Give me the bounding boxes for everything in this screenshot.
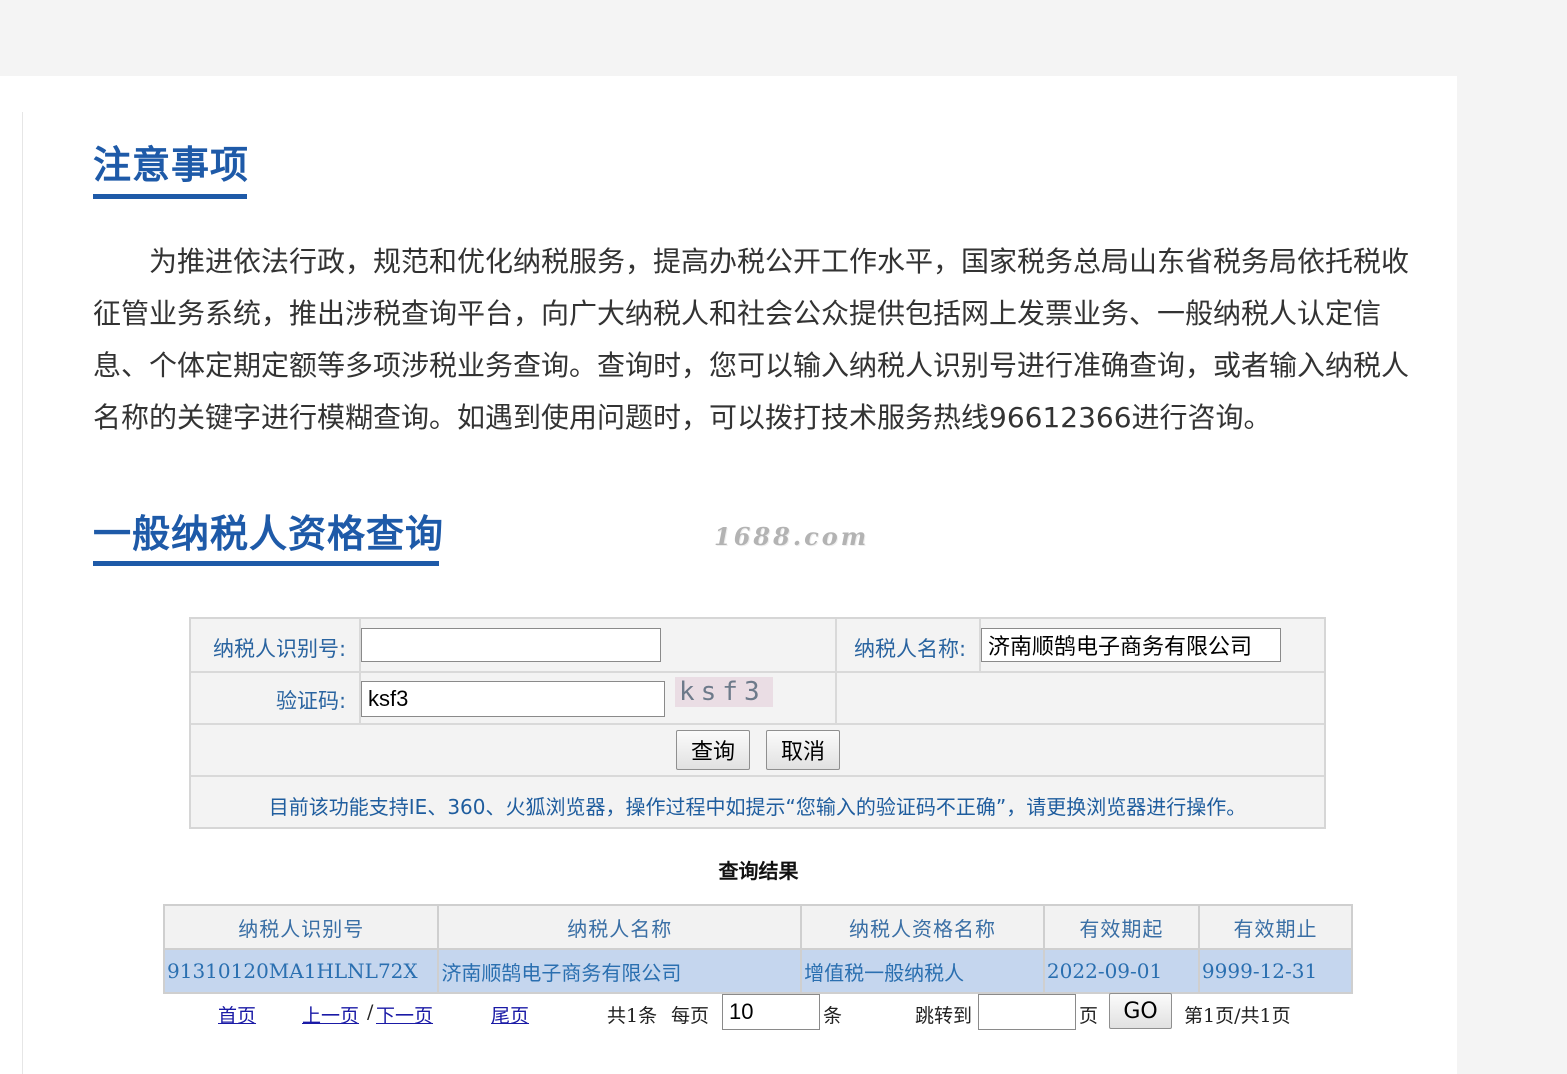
cell-qualification: 增值税一般纳税人: [800, 948, 1045, 994]
query-button[interactable]: 查询: [676, 730, 750, 770]
browser-note: 目前该功能支持IE、360、火狐浏览器，操作过程中如提示“您输入的验证码不正确”…: [268, 795, 1247, 819]
jump-page-input[interactable]: [978, 994, 1076, 1030]
pagination: 首页 上一页 / 下一页 尾页 共1条 每页 条 跳转到 页 GO 第1页/共1…: [0, 993, 1457, 1033]
query-title: 一般纳税人资格查询: [93, 512, 445, 556]
panel-divider: [22, 112, 23, 1074]
per-page-label: 每页: [671, 1005, 710, 1027]
next-page-link[interactable]: 下一页: [376, 1001, 433, 1028]
cancel-button[interactable]: 取消: [766, 730, 840, 770]
column-header-taxpayer-name: 纳税人名称: [437, 904, 803, 950]
cell-valid-to: 9999-12-31: [1197, 948, 1354, 994]
pager-separator: /: [367, 1001, 374, 1023]
results-table: 纳税人识别号 纳税人名称 纳税人资格名称 有效期起 有效期止 91310120M…: [162, 904, 1354, 994]
cell-taxpayer-name: 济南顺鹄电子商务有限公司: [437, 948, 803, 994]
captcha-input[interactable]: [361, 681, 665, 717]
cell-valid-from: 2022-09-01: [1042, 948, 1200, 994]
column-header-valid-from: 有效期起: [1042, 904, 1200, 950]
jump-label: 跳转到: [915, 1005, 973, 1027]
column-header-qualification: 纳税人资格名称: [800, 904, 1045, 950]
go-button[interactable]: GO: [1109, 993, 1172, 1029]
per-page-input[interactable]: [722, 994, 820, 1030]
notice-title: 注意事项: [93, 143, 250, 187]
notice-paragraph: 为推进依法行政，规范和优化纳税服务，提高办税公开工作水平，国家税务总局山东省税务…: [93, 245, 1410, 434]
column-header-valid-to: 有效期止: [1197, 904, 1354, 950]
taxpayer-id-input[interactable]: [361, 628, 661, 662]
captcha-image[interactable]: ksf3: [675, 677, 773, 707]
query-form: 纳税人识别号: 纳税人名称: 验证码: ksf3 查询 取消 目前该功能支持IE…: [189, 617, 1326, 829]
prev-page-link[interactable]: 上一页: [302, 1001, 359, 1028]
form-divider: [191, 775, 1324, 777]
notice-body: 为推进依法行政，规范和优化纳税服务，提高办税公开工作水平，国家税务总局山东省税务…: [93, 236, 1423, 444]
jump-unit: 页: [1079, 1005, 1099, 1027]
captcha-label: 验证码:: [276, 689, 347, 713]
taxpayer-id-label: 纳税人识别号:: [213, 637, 347, 661]
cell-taxpayer-id: 91310120MA1HLNL72X: [162, 948, 440, 994]
notice-title-underline: [93, 194, 247, 199]
results-title: 查询结果: [718, 859, 799, 883]
total-count: 共1条: [607, 1005, 658, 1027]
per-page-unit: 条: [823, 1005, 843, 1027]
results-header-row: 纳税人识别号 纳税人名称 纳税人资格名称 有效期起 有效期止: [162, 904, 1354, 950]
page-info: 第1页/共1页: [1184, 1005, 1291, 1027]
taxpayer-name-input[interactable]: [981, 628, 1281, 662]
query-title-underline: [93, 561, 439, 566]
form-divider: [191, 723, 1324, 725]
last-page-link[interactable]: 尾页: [491, 1001, 529, 1028]
watermark: 1688.com: [714, 522, 870, 551]
taxpayer-name-label: 纳税人名称:: [854, 637, 967, 661]
first-page-link[interactable]: 首页: [218, 1001, 256, 1028]
table-row[interactable]: 91310120MA1HLNL72X 济南顺鹄电子商务有限公司 增值税一般纳税人…: [162, 948, 1354, 994]
form-divider: [835, 619, 837, 723]
column-header-taxpayer-id: 纳税人识别号: [162, 904, 440, 950]
